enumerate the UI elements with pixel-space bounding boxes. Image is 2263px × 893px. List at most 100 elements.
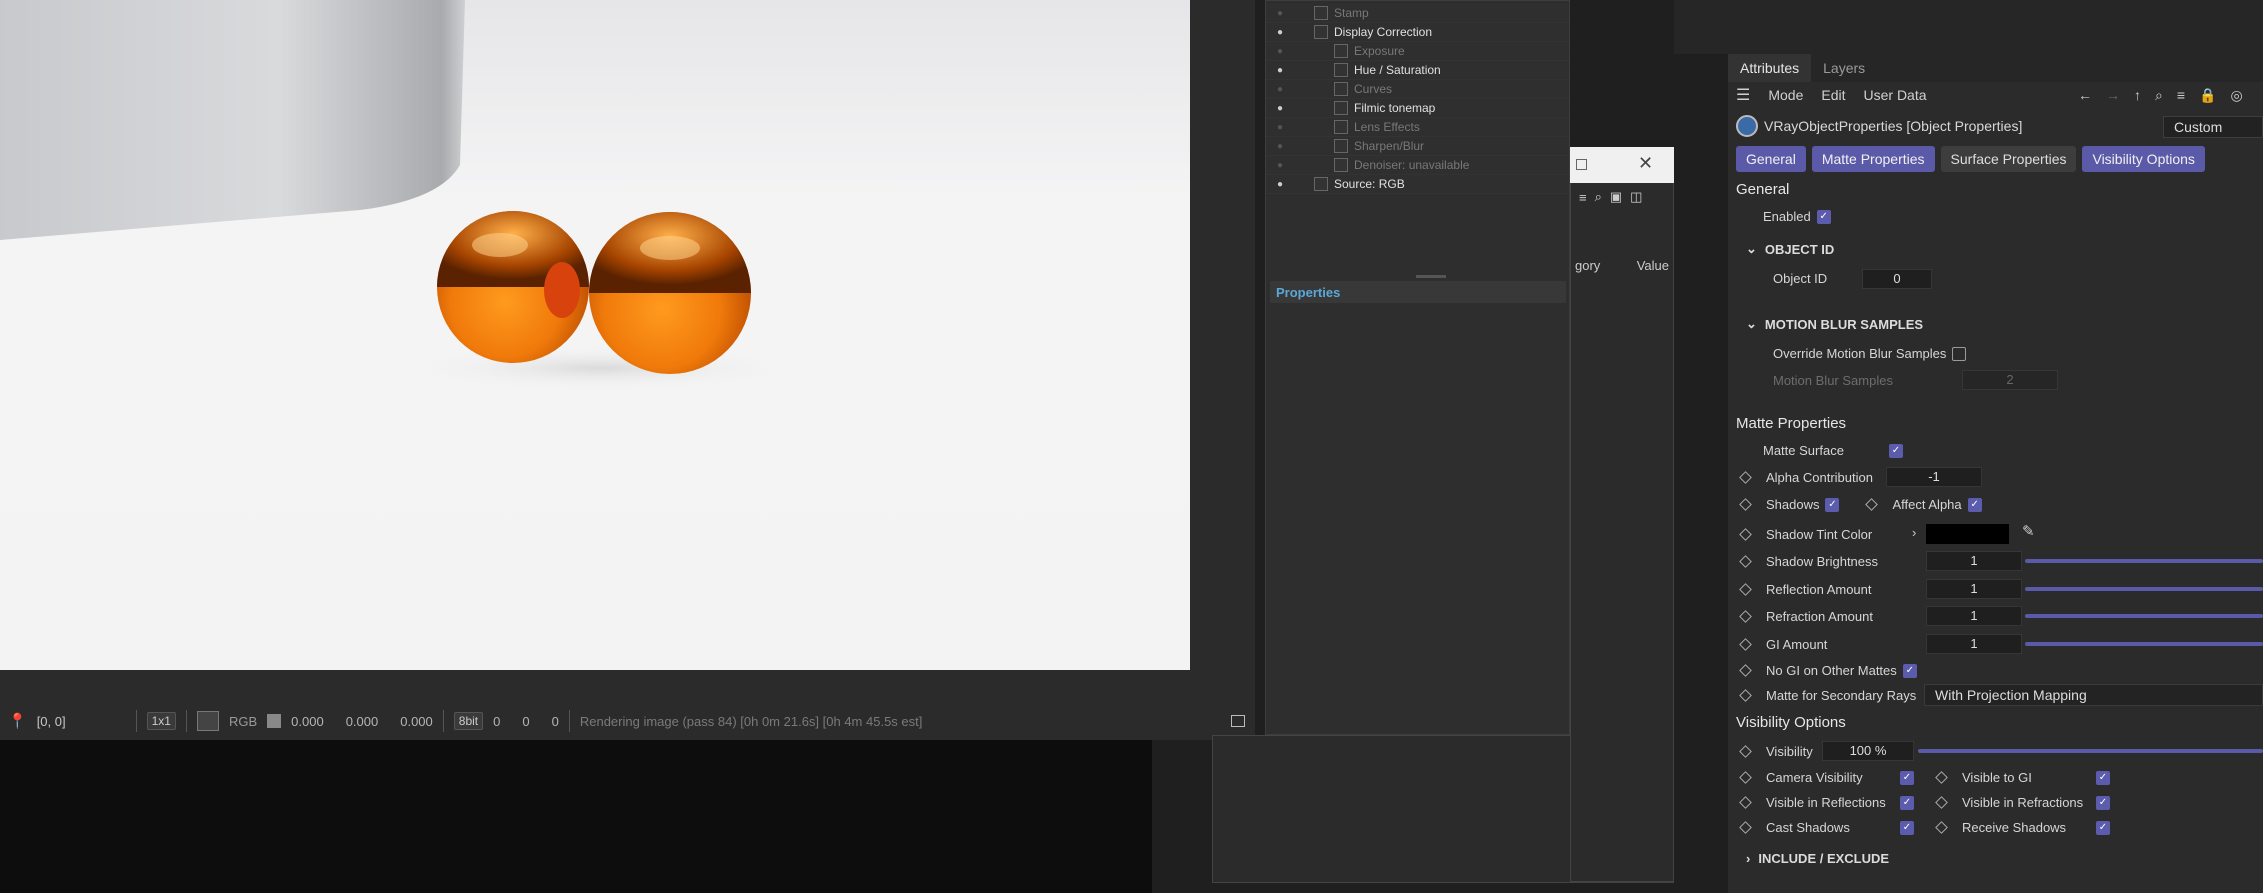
layer-row[interactable]: ● Denoiser: unavailable [1266, 156, 1569, 175]
region-dropdown[interactable]: 1x1 [146, 712, 176, 730]
g-value: 0.000 [345, 713, 379, 729]
reflection-amount-slider[interactable] [2025, 587, 2263, 591]
matte-secondary-dropdown[interactable]: With Projection Mapping [1924, 684, 2263, 706]
search-icon[interactable]: ⌕ [1595, 189, 1602, 205]
eye-icon[interactable]: ● [1266, 179, 1294, 190]
layer-row[interactable]: ● Stamp [1266, 4, 1569, 23]
layer-label: Exposure [1354, 44, 1405, 58]
matte-surface-checkbox[interactable]: ✓ [1889, 443, 1903, 458]
receive-shadows-checkbox[interactable]: ✓ [2096, 820, 2110, 835]
back-arrow-icon[interactable]: ← [2078, 87, 2092, 104]
shadow-brightness-row: Shadow Brightness [1739, 554, 1878, 569]
eye-icon[interactable]: ● [1266, 8, 1294, 19]
ptab-visibility[interactable]: Visibility Options [2082, 146, 2205, 172]
visibility-slider[interactable] [1918, 749, 2263, 753]
panel-toggle-icon[interactable] [1231, 715, 1245, 727]
ptab-matte[interactable]: Matte Properties [1811, 146, 1935, 172]
filter-icon[interactable]: ≡ [1579, 190, 1587, 205]
render-viewport[interactable] [0, 0, 1190, 670]
no-gi-checkbox[interactable]: ✓ [1902, 663, 1917, 678]
menu-user-data[interactable]: User Data [1864, 87, 1927, 103]
layer-icon [1334, 82, 1348, 96]
alpha-contrib-row: Alpha Contribution [1739, 470, 1873, 485]
camera-vis-checkbox[interactable]: ✓ [1900, 770, 1914, 785]
shadow-tint-swatch[interactable] [1926, 524, 2009, 544]
eye-icon[interactable]: ● [1266, 46, 1294, 57]
group-object-id[interactable]: ⌄ OBJECT ID [1746, 241, 1834, 257]
curve-icon[interactable] [196, 711, 219, 731]
eye-icon[interactable]: ● [1266, 122, 1294, 133]
chevron-right-icon[interactable]: › [1912, 525, 1916, 540]
search-icon[interactable]: ⌕ [2155, 87, 2163, 104]
affect-alpha-checkbox[interactable]: ✓ [1967, 497, 1982, 512]
refraction-amount-slider[interactable] [2025, 614, 2263, 618]
pin-icon[interactable]: 📍 [8, 712, 27, 730]
reflection-amount-field[interactable]: 1 [1926, 579, 2022, 599]
int-g: 0 [522, 713, 530, 729]
shadow-brightness-slider[interactable] [2025, 559, 2263, 563]
shadow-brightness-field[interactable]: 1 [1926, 551, 2022, 571]
visible-gi-checkbox[interactable]: ✓ [2096, 770, 2110, 785]
bitdepth-dropdown[interactable]: 8bit [453, 712, 484, 730]
eye-icon[interactable]: ● [1266, 103, 1294, 114]
group-include-exclude[interactable]: › INCLUDE / EXCLUDE [1746, 851, 1889, 866]
ptab-general[interactable]: General [1736, 146, 1806, 172]
keyframe-icon [1935, 821, 1948, 834]
visible-refr-checkbox[interactable]: ✓ [2096, 795, 2110, 810]
cast-shadows-checkbox[interactable]: ✓ [1900, 820, 1914, 835]
eyedropper-icon[interactable]: ✎ [2022, 522, 2035, 540]
keyframe-icon [1739, 796, 1752, 809]
preset-dropdown[interactable]: Custom [2163, 116, 2263, 138]
tab-layers[interactable]: Layers [1811, 54, 1877, 82]
mb-samples-field[interactable]: 2 [1962, 370, 2058, 390]
hamburger-icon[interactable]: ☰ [1736, 85, 1750, 105]
eye-icon[interactable]: ● [1266, 141, 1294, 152]
menu-edit[interactable]: Edit [1821, 87, 1845, 103]
alpha-contrib-field[interactable]: -1 [1886, 467, 1982, 487]
tab-attributes[interactable]: Attributes [1728, 54, 1812, 82]
layer-label: Denoiser: unavailable [1354, 158, 1470, 172]
close-icon[interactable]: ✕ [1638, 153, 1653, 174]
layer-row[interactable]: ● Filmic tonemap [1266, 99, 1569, 118]
eye-icon[interactable]: ● [1266, 27, 1294, 38]
eye-icon[interactable]: ● [1266, 84, 1294, 95]
object-id-field[interactable]: 0 [1862, 269, 1932, 289]
enabled-checkbox[interactable]: ✓ [1816, 209, 1831, 224]
layer-row[interactable]: ● Display Correction [1266, 23, 1569, 42]
split-icon[interactable]: ◫ [1630, 189, 1642, 205]
target-icon[interactable]: ◎ [2230, 87, 2242, 104]
eye-icon[interactable]: ● [1266, 65, 1294, 76]
visibility-field[interactable]: 100 % [1822, 741, 1914, 761]
mb-override-row: Override Motion Blur Samples [1773, 346, 1967, 361]
ptab-surface[interactable]: Surface Properties [1940, 146, 2077, 172]
gi-amount-slider[interactable] [2025, 642, 2263, 646]
object-id-label: Object ID [1773, 271, 1828, 286]
menu-mode[interactable]: Mode [1768, 87, 1803, 103]
layer-icon [1334, 63, 1348, 77]
layer-row[interactable]: ● Exposure [1266, 42, 1569, 61]
layer-row[interactable]: ● Source: RGB [1266, 175, 1569, 194]
layer-row[interactable]: ● Lens Effects [1266, 118, 1569, 137]
keyframe-icon [1739, 471, 1752, 484]
layer-row[interactable]: ● Sharpen/Blur [1266, 137, 1569, 156]
group-motion-blur[interactable]: ⌄ MOTION BLUR SAMPLES [1746, 316, 1923, 332]
lock-icon[interactable]: 🔒 [2199, 87, 2216, 104]
shadows-checkbox[interactable]: ✓ [1825, 497, 1840, 512]
b-value: 0.000 [400, 713, 433, 729]
layout-icon[interactable]: ▣ [1610, 189, 1622, 205]
refraction-amount-field[interactable]: 1 [1926, 606, 2022, 626]
forward-arrow-icon[interactable]: → [2106, 87, 2120, 104]
mb-override-checkbox[interactable] [1952, 346, 1967, 361]
visible-refl-checkbox[interactable]: ✓ [1900, 795, 1914, 810]
layer-icon [1314, 177, 1328, 191]
layer-row[interactable]: ● Curves [1266, 80, 1569, 99]
cast-shadows-row: Cast Shadows ✓ [1739, 820, 1914, 835]
shadow-tint-row: Shadow Tint Color [1739, 527, 1872, 542]
layer-row[interactable]: ● Hue / Saturation [1266, 61, 1569, 80]
maximize-icon[interactable] [1576, 159, 1587, 170]
filter-icon[interactable]: ≡ [2177, 87, 2185, 104]
gi-amount-field[interactable]: 1 [1926, 634, 2022, 654]
eye-icon[interactable]: ● [1266, 160, 1294, 171]
vfb-status-row: 📍 [0, 0] 1x1 RGB 0.000 0.000 0.000 8bit … [0, 708, 1255, 734]
up-arrow-icon[interactable]: ↑ [2134, 87, 2141, 104]
